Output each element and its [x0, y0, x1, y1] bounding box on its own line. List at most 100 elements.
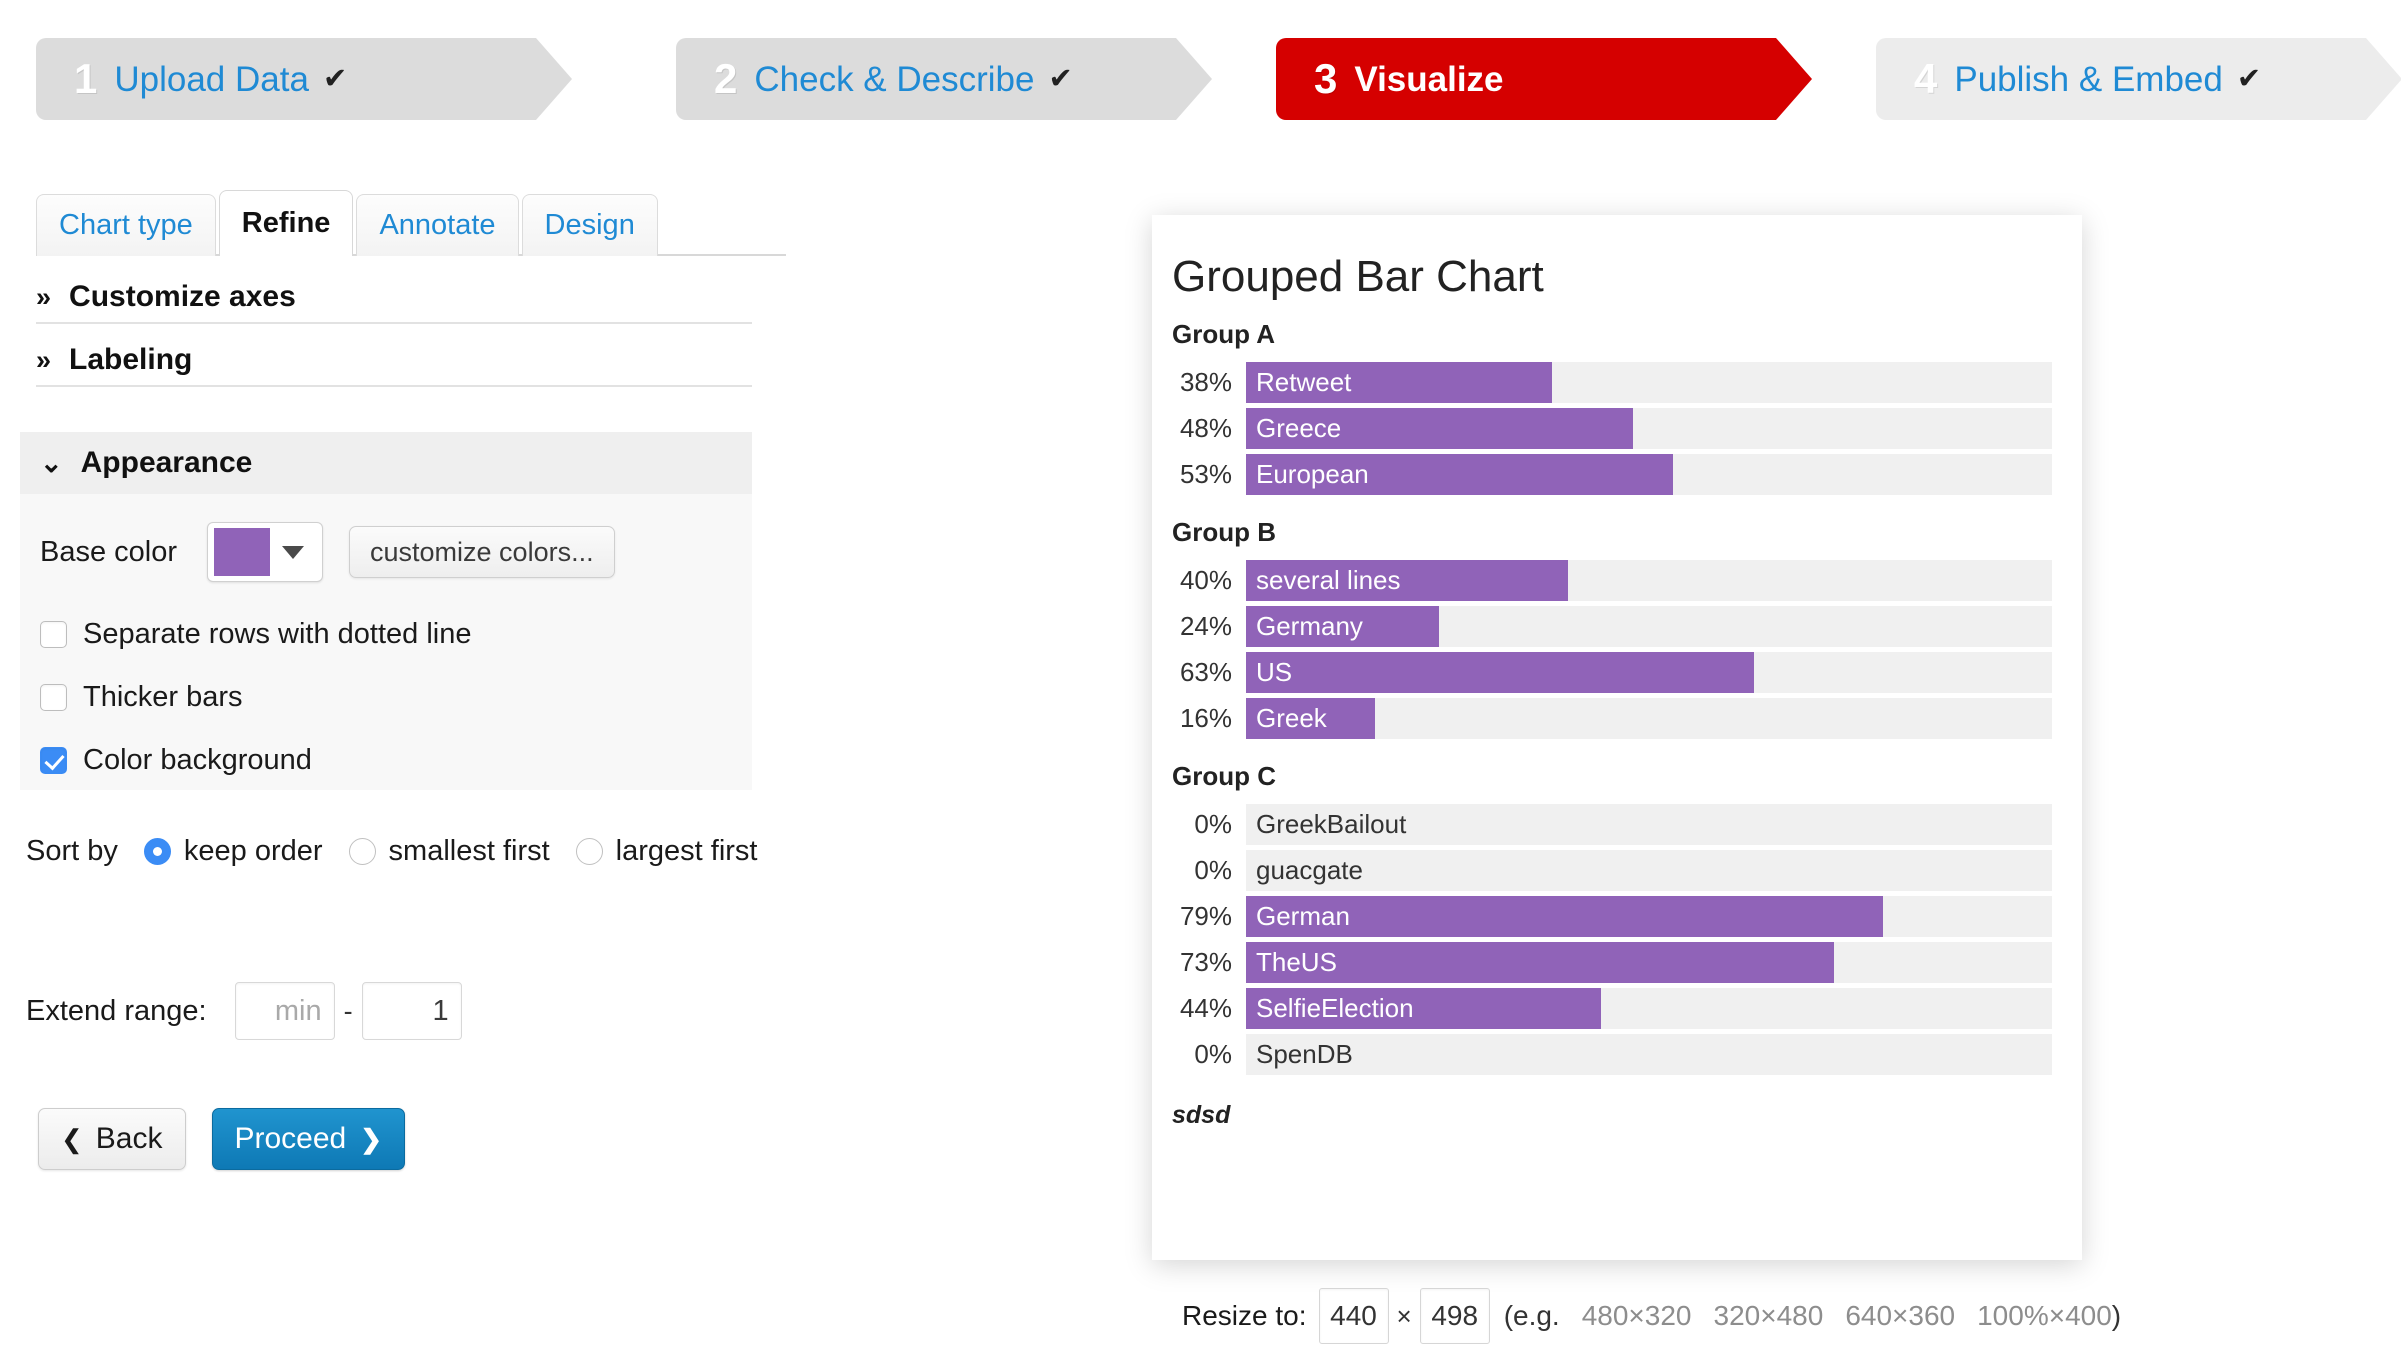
chart-bar-row: 24% Germany: [1172, 606, 2052, 648]
chart-bar-row: 0% guacgate: [1172, 850, 2052, 892]
sort-by-label: Sort by: [26, 835, 118, 867]
checkbox-icon[interactable]: [40, 621, 67, 648]
resize-width-input[interactable]: [1318, 1288, 1389, 1344]
chart-bar-track: German: [1246, 896, 2052, 938]
back-button[interactable]: ❮ Back: [38, 1108, 186, 1170]
chevron-down-icon: ⌄: [40, 447, 63, 478]
chart-bar-value: 53%: [1179, 459, 1232, 490]
chart-bar-label: Greece: [1256, 413, 1342, 444]
resize-preset-640x360[interactable]: 640×360: [1845, 1300, 1955, 1332]
chart-bar-track: TheUS: [1246, 942, 2052, 984]
chart-bar-value: 0%: [1194, 1039, 1232, 1070]
resize-preset-320x480[interactable]: 320×480: [1714, 1300, 1824, 1332]
section-appearance-header[interactable]: ⌄ Appearance: [20, 432, 752, 494]
chart-bar-value: 63%: [1179, 657, 1232, 688]
step-2-check-and-describe[interactable]: 2 Check & Describe ✔: [676, 38, 1212, 120]
tab-chart-type[interactable]: Chart type: [36, 194, 216, 256]
appearance-body: Base color customize colors... Separate …: [20, 494, 752, 777]
section-title: Customize axes: [69, 280, 296, 313]
chart-bar-track: Germany: [1246, 606, 2052, 648]
step-label: Publish & Embed: [1954, 59, 2223, 99]
chart-bar-fill: [1246, 652, 1754, 694]
chart-bar-row: 0% GreekBailout: [1172, 804, 2052, 846]
chart-bar-track: GreekBailout: [1246, 804, 2052, 846]
checkbox-separate-rows[interactable]: Separate rows with dotted line: [40, 618, 732, 651]
chart-bar-row: 63% US: [1172, 652, 2052, 694]
radio-label: keep order: [183, 835, 323, 867]
step-1-upload-data[interactable]: 1 Upload Data ✔: [36, 38, 572, 120]
step-3-visualize[interactable]: 3 Visualize: [1276, 38, 1812, 120]
checkbox-label: Separate rows with dotted line: [83, 618, 472, 650]
chart-bar-row: 38% Retweet: [1172, 362, 2052, 404]
color-swatch[interactable]: [214, 528, 271, 576]
section-appearance: ⌄ Appearance Base color customize colors…: [20, 432, 752, 790]
resize-row: Resize to: × (e.g. 480×320 320×480 640×3…: [1182, 1288, 2121, 1344]
resize-preset-100pctx400[interactable]: 100%×400: [1977, 1300, 2112, 1332]
radio-selected-icon[interactable]: [143, 838, 171, 865]
radio-icon[interactable]: [575, 838, 603, 865]
checkbox-color-background[interactable]: Color background: [40, 744, 732, 777]
section-title: Appearance: [80, 446, 253, 479]
chart-bar-row: 16% Greek: [1172, 698, 2052, 740]
chart-bar-track: European: [1246, 454, 2052, 496]
chevron-right-icon: ❯: [360, 1123, 383, 1154]
chart-bar-label: SelfieElection: [1256, 993, 1414, 1024]
chevron-down-icon[interactable]: [282, 545, 305, 559]
resize-height-input[interactable]: [1419, 1288, 1490, 1344]
chart-bar-row: 0% SpenDB: [1172, 1034, 2052, 1076]
radio-largest-first[interactable]: largest first: [575, 835, 758, 868]
section-customize-axes[interactable]: » Customize axes: [36, 272, 752, 324]
step-number: 2: [714, 55, 738, 102]
customize-colors-button[interactable]: customize colors...: [349, 526, 615, 578]
radio-label: largest first: [615, 835, 758, 867]
radio-keep-order[interactable]: keep order: [143, 835, 323, 868]
chart-bar-value: 44%: [1179, 993, 1232, 1024]
chart-bar-value: 48%: [1179, 413, 1232, 444]
chart-group-label: Group C: [1172, 761, 1276, 792]
chart-bar-value: 79%: [1179, 901, 1232, 932]
step-number: 4: [1914, 55, 1938, 102]
chart-bar-row: 40% several lines: [1172, 560, 2052, 602]
base-color-picker[interactable]: [207, 522, 324, 582]
checkbox-thicker-bars[interactable]: Thicker bars: [40, 681, 732, 714]
chart-note: sdsd: [1172, 1101, 1231, 1130]
chart-bar-label: several lines: [1256, 565, 1401, 596]
extend-range-label: Extend range:: [26, 994, 207, 1027]
chart-bar-value: 40%: [1179, 565, 1232, 596]
tab-design[interactable]: Design: [521, 194, 658, 256]
extend-range-max-input[interactable]: [361, 982, 462, 1040]
sort-by-row: Sort by keep order smallest first larges…: [26, 835, 784, 868]
chart-bar-track: US: [1246, 652, 2052, 694]
resize-label: Resize to:: [1182, 1300, 1307, 1331]
chart-bar-row: 53% European: [1172, 454, 2052, 496]
chart-bar-value: 38%: [1179, 367, 1232, 398]
resize-preset-480x320[interactable]: 480×320: [1582, 1300, 1692, 1332]
tab-refine[interactable]: Refine: [218, 190, 354, 256]
chart-bar-label: SpenDB: [1256, 1039, 1353, 1070]
section-labeling[interactable]: » Labeling: [36, 335, 752, 387]
chart-bar-label: Germany: [1256, 611, 1363, 642]
chart-bar-value: 24%: [1179, 611, 1232, 642]
resize-close-paren: ): [2111, 1300, 2122, 1331]
tab-annotate[interactable]: Annotate: [356, 194, 519, 256]
extend-range-min-input[interactable]: [234, 982, 335, 1040]
chart-bar-value: 0%: [1194, 809, 1232, 840]
checkbox-icon[interactable]: [40, 684, 67, 711]
radio-smallest-first[interactable]: smallest first: [348, 835, 550, 868]
step-4-publish-and-embed[interactable]: 4 Publish & Embed ✔: [1876, 38, 2401, 120]
back-button-label: Back: [95, 1122, 163, 1155]
chart-bar-label: Greek: [1256, 703, 1327, 734]
chart-bar-row: 73% TheUS: [1172, 942, 2052, 984]
chart-title: Grouped Bar Chart: [1172, 252, 1544, 301]
proceed-button[interactable]: Proceed ❯: [211, 1108, 406, 1170]
editor-tabs: Chart type Refine Annotate Design: [36, 188, 786, 256]
section-title: Labeling: [69, 343, 193, 376]
chart-bar-label: German: [1256, 901, 1350, 932]
checkbox-checked-icon[interactable]: [40, 747, 67, 774]
chevron-left-icon: ❮: [61, 1123, 83, 1154]
checkbox-label: Thicker bars: [83, 681, 243, 713]
radio-icon[interactable]: [348, 838, 376, 865]
chart-bar-value: 16%: [1179, 703, 1232, 734]
check-icon: ✔: [1048, 62, 1073, 95]
step-navigation: 1 Upload Data ✔ 2 Check & Describe ✔ 3 V…: [36, 38, 2401, 120]
